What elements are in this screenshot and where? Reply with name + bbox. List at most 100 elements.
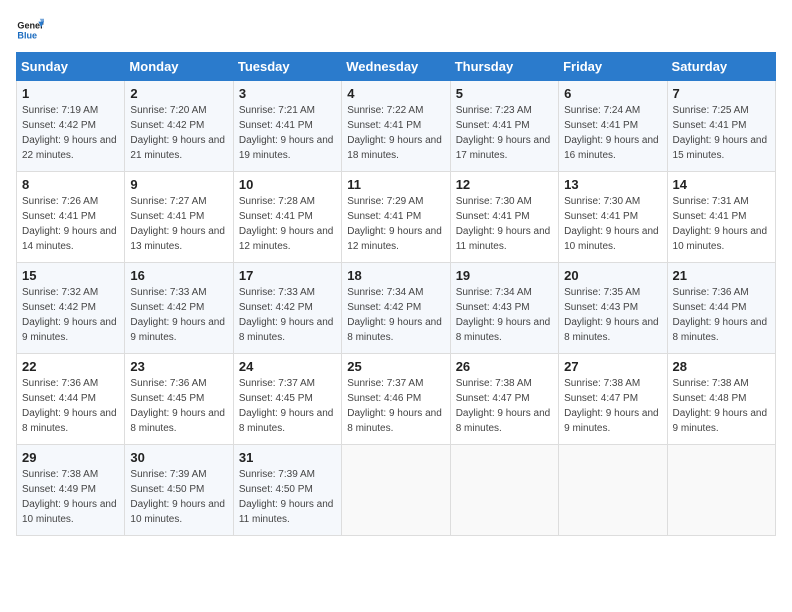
day-info: Sunrise: 7:28 AMSunset: 4:41 PMDaylight:… (239, 194, 336, 254)
day-number: 4 (347, 86, 444, 101)
calendar-week-row: 8 Sunrise: 7:26 AMSunset: 4:41 PMDayligh… (17, 172, 776, 263)
day-info: Sunrise: 7:33 AMSunset: 4:42 PMDaylight:… (130, 285, 227, 345)
calendar-day-cell: 2 Sunrise: 7:20 AMSunset: 4:42 PMDayligh… (125, 81, 233, 172)
calendar-day-cell: 3 Sunrise: 7:21 AMSunset: 4:41 PMDayligh… (233, 81, 341, 172)
day-number: 28 (673, 359, 770, 374)
day-info: Sunrise: 7:38 AMSunset: 4:47 PMDaylight:… (456, 376, 553, 436)
day-info: Sunrise: 7:33 AMSunset: 4:42 PMDaylight:… (239, 285, 336, 345)
calendar-day-cell: 28 Sunrise: 7:38 AMSunset: 4:48 PMDaylig… (667, 354, 775, 445)
calendar-day-cell: 9 Sunrise: 7:27 AMSunset: 4:41 PMDayligh… (125, 172, 233, 263)
day-of-week-header: Sunday (17, 53, 125, 81)
day-info: Sunrise: 7:38 AMSunset: 4:47 PMDaylight:… (564, 376, 661, 436)
day-number: 20 (564, 268, 661, 283)
day-number: 27 (564, 359, 661, 374)
calendar-day-cell: 11 Sunrise: 7:29 AMSunset: 4:41 PMDaylig… (342, 172, 450, 263)
calendar-day-cell: 16 Sunrise: 7:33 AMSunset: 4:42 PMDaylig… (125, 263, 233, 354)
day-number: 7 (673, 86, 770, 101)
day-info: Sunrise: 7:35 AMSunset: 4:43 PMDaylight:… (564, 285, 661, 345)
day-info: Sunrise: 7:38 AMSunset: 4:49 PMDaylight:… (22, 467, 119, 527)
calendar-day-cell: 25 Sunrise: 7:37 AMSunset: 4:46 PMDaylig… (342, 354, 450, 445)
day-of-week-header: Tuesday (233, 53, 341, 81)
day-info: Sunrise: 7:30 AMSunset: 4:41 PMDaylight:… (456, 194, 553, 254)
calendar-day-cell (667, 445, 775, 536)
day-of-week-header: Saturday (667, 53, 775, 81)
day-number: 11 (347, 177, 444, 192)
day-info: Sunrise: 7:36 AMSunset: 4:44 PMDaylight:… (22, 376, 119, 436)
day-info: Sunrise: 7:34 AMSunset: 4:42 PMDaylight:… (347, 285, 444, 345)
day-number: 30 (130, 450, 227, 465)
day-info: Sunrise: 7:37 AMSunset: 4:45 PMDaylight:… (239, 376, 336, 436)
day-number: 23 (130, 359, 227, 374)
day-number: 14 (673, 177, 770, 192)
calendar-day-cell: 20 Sunrise: 7:35 AMSunset: 4:43 PMDaylig… (559, 263, 667, 354)
calendar-day-cell: 29 Sunrise: 7:38 AMSunset: 4:49 PMDaylig… (17, 445, 125, 536)
day-number: 17 (239, 268, 336, 283)
calendar-day-cell: 30 Sunrise: 7:39 AMSunset: 4:50 PMDaylig… (125, 445, 233, 536)
day-info: Sunrise: 7:24 AMSunset: 4:41 PMDaylight:… (564, 103, 661, 163)
day-info: Sunrise: 7:36 AMSunset: 4:45 PMDaylight:… (130, 376, 227, 436)
day-info: Sunrise: 7:26 AMSunset: 4:41 PMDaylight:… (22, 194, 119, 254)
day-number: 18 (347, 268, 444, 283)
svg-text:Blue: Blue (17, 30, 37, 40)
day-number: 12 (456, 177, 553, 192)
day-of-week-header: Friday (559, 53, 667, 81)
calendar-header: SundayMondayTuesdayWednesdayThursdayFrid… (17, 53, 776, 81)
day-number: 22 (22, 359, 119, 374)
day-number: 16 (130, 268, 227, 283)
calendar-day-cell: 6 Sunrise: 7:24 AMSunset: 4:41 PMDayligh… (559, 81, 667, 172)
calendar-day-cell: 17 Sunrise: 7:33 AMSunset: 4:42 PMDaylig… (233, 263, 341, 354)
day-number: 13 (564, 177, 661, 192)
calendar-day-cell: 13 Sunrise: 7:30 AMSunset: 4:41 PMDaylig… (559, 172, 667, 263)
day-info: Sunrise: 7:39 AMSunset: 4:50 PMDaylight:… (130, 467, 227, 527)
calendar-day-cell (342, 445, 450, 536)
day-info: Sunrise: 7:21 AMSunset: 4:41 PMDaylight:… (239, 103, 336, 163)
day-number: 3 (239, 86, 336, 101)
day-info: Sunrise: 7:34 AMSunset: 4:43 PMDaylight:… (456, 285, 553, 345)
day-number: 24 (239, 359, 336, 374)
day-of-week-header: Thursday (450, 53, 558, 81)
calendar-day-cell: 18 Sunrise: 7:34 AMSunset: 4:42 PMDaylig… (342, 263, 450, 354)
day-info: Sunrise: 7:27 AMSunset: 4:41 PMDaylight:… (130, 194, 227, 254)
calendar-day-cell: 10 Sunrise: 7:28 AMSunset: 4:41 PMDaylig… (233, 172, 341, 263)
day-number: 15 (22, 268, 119, 283)
day-number: 26 (456, 359, 553, 374)
day-number: 25 (347, 359, 444, 374)
calendar-day-cell: 19 Sunrise: 7:34 AMSunset: 4:43 PMDaylig… (450, 263, 558, 354)
calendar-table: SundayMondayTuesdayWednesdayThursdayFrid… (16, 52, 776, 536)
day-info: Sunrise: 7:32 AMSunset: 4:42 PMDaylight:… (22, 285, 119, 345)
calendar-day-cell: 23 Sunrise: 7:36 AMSunset: 4:45 PMDaylig… (125, 354, 233, 445)
calendar-day-cell: 5 Sunrise: 7:23 AMSunset: 4:41 PMDayligh… (450, 81, 558, 172)
day-number: 6 (564, 86, 661, 101)
calendar-day-cell: 14 Sunrise: 7:31 AMSunset: 4:41 PMDaylig… (667, 172, 775, 263)
calendar-day-cell: 1 Sunrise: 7:19 AMSunset: 4:42 PMDayligh… (17, 81, 125, 172)
calendar-day-cell: 4 Sunrise: 7:22 AMSunset: 4:41 PMDayligh… (342, 81, 450, 172)
calendar-week-row: 29 Sunrise: 7:38 AMSunset: 4:49 PMDaylig… (17, 445, 776, 536)
calendar-week-row: 1 Sunrise: 7:19 AMSunset: 4:42 PMDayligh… (17, 81, 776, 172)
day-info: Sunrise: 7:39 AMSunset: 4:50 PMDaylight:… (239, 467, 336, 527)
day-info: Sunrise: 7:22 AMSunset: 4:41 PMDaylight:… (347, 103, 444, 163)
day-number: 31 (239, 450, 336, 465)
day-info: Sunrise: 7:30 AMSunset: 4:41 PMDaylight:… (564, 194, 661, 254)
calendar-day-cell (450, 445, 558, 536)
day-number: 21 (673, 268, 770, 283)
day-info: Sunrise: 7:25 AMSunset: 4:41 PMDaylight:… (673, 103, 770, 163)
day-info: Sunrise: 7:31 AMSunset: 4:41 PMDaylight:… (673, 194, 770, 254)
calendar-day-cell (559, 445, 667, 536)
page-header: General Blue (16, 16, 776, 44)
day-number: 2 (130, 86, 227, 101)
day-info: Sunrise: 7:29 AMSunset: 4:41 PMDaylight:… (347, 194, 444, 254)
day-info: Sunrise: 7:20 AMSunset: 4:42 PMDaylight:… (130, 103, 227, 163)
logo-icon: General Blue (16, 16, 44, 44)
day-info: Sunrise: 7:36 AMSunset: 4:44 PMDaylight:… (673, 285, 770, 345)
calendar-day-cell: 7 Sunrise: 7:25 AMSunset: 4:41 PMDayligh… (667, 81, 775, 172)
calendar-week-row: 15 Sunrise: 7:32 AMSunset: 4:42 PMDaylig… (17, 263, 776, 354)
calendar-day-cell: 26 Sunrise: 7:38 AMSunset: 4:47 PMDaylig… (450, 354, 558, 445)
day-number: 10 (239, 177, 336, 192)
day-info: Sunrise: 7:23 AMSunset: 4:41 PMDaylight:… (456, 103, 553, 163)
calendar-day-cell: 27 Sunrise: 7:38 AMSunset: 4:47 PMDaylig… (559, 354, 667, 445)
calendar-day-cell: 12 Sunrise: 7:30 AMSunset: 4:41 PMDaylig… (450, 172, 558, 263)
day-info: Sunrise: 7:19 AMSunset: 4:42 PMDaylight:… (22, 103, 119, 163)
calendar-day-cell: 24 Sunrise: 7:37 AMSunset: 4:45 PMDaylig… (233, 354, 341, 445)
calendar-day-cell: 22 Sunrise: 7:36 AMSunset: 4:44 PMDaylig… (17, 354, 125, 445)
day-number: 8 (22, 177, 119, 192)
